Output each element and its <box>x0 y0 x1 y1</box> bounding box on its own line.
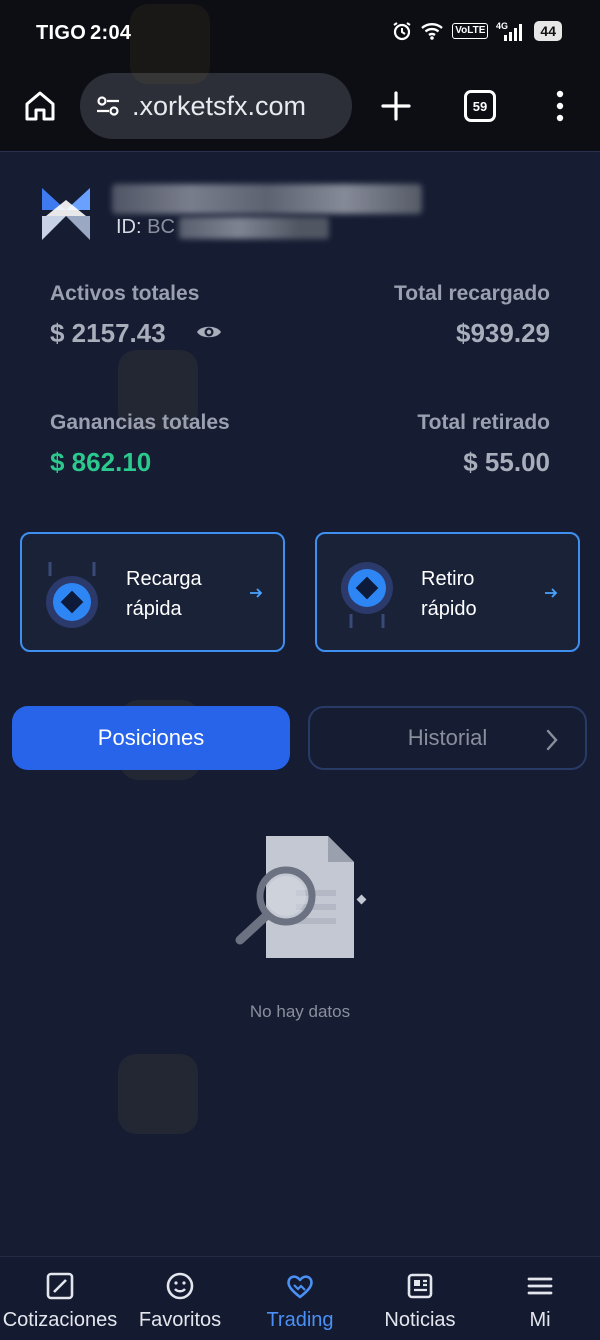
retirado-value: $ 55.00 <box>463 447 550 477</box>
handshake-icon <box>287 1275 313 1299</box>
recarga-label-line2: rápida <box>126 598 182 620</box>
browser-toolbar: ​.xorketsfx.com 59 <box>0 68 600 152</box>
tab-historial[interactable]: Historial <box>308 706 587 770</box>
eye-icon[interactable] <box>196 322 222 342</box>
alarm-icon <box>392 21 412 41</box>
nav-trading-label: Trading <box>266 1309 334 1331</box>
ganancias-value: $ 862.10 <box>50 447 152 477</box>
menu-icon <box>527 1277 553 1295</box>
arrow-right-icon <box>250 588 263 598</box>
wifi-icon <box>420 21 444 41</box>
status-icons: VoLTE 4G 44 <box>392 20 562 42</box>
tab-historial-label: Historial <box>407 725 488 750</box>
id-visible: BC <box>147 216 175 238</box>
tune-icon[interactable] <box>94 92 122 120</box>
retiro-label-line2: rápido <box>421 598 477 620</box>
svg-text:4G: 4G <box>496 21 508 31</box>
nav-mi-label: Mi <box>529 1309 551 1331</box>
account-name-redacted <box>112 184 422 214</box>
broker-logo <box>42 188 90 240</box>
nav-cotizaciones[interactable]: Cotizaciones <box>0 1257 120 1340</box>
home-icon <box>25 91 55 121</box>
home-button[interactable] <box>22 88 58 124</box>
account-id: ID: BC <box>116 216 329 239</box>
carrier: TIGO <box>36 22 87 44</box>
withdraw-coin-icon <box>341 562 393 628</box>
newspaper-icon <box>407 1273 433 1299</box>
arrow-right-icon <box>545 588 558 598</box>
retiro-label: Retiro rápido <box>421 564 477 624</box>
nav-noticias[interactable]: Noticias <box>360 1257 480 1340</box>
nav-cotizaciones-label: Cotizaciones <box>2 1309 118 1331</box>
account-id-redacted <box>178 216 329 239</box>
chevron-right-icon <box>546 729 558 751</box>
retirado-label: Total retirado <box>417 411 550 434</box>
nav-favoritos[interactable]: Favoritos <box>120 1257 240 1340</box>
new-tab-button[interactable] <box>378 88 414 124</box>
url-text: ​.xorketsfx.com <box>132 90 307 121</box>
activos-label: Activos totales <box>50 282 200 305</box>
recargado-value: $939.29 <box>456 318 550 348</box>
recarga-label: Recarga rápida <box>126 564 202 624</box>
more-vert-icon <box>556 90 564 122</box>
ganancias-label: Ganancias totales <box>50 411 230 434</box>
tab-switcher-button[interactable]: 59 <box>464 90 496 122</box>
search-doc-icon <box>235 836 367 958</box>
recarga-rapida-card[interactable]: Recarga rápida <box>20 532 285 652</box>
nav-mi[interactable]: Mi <box>480 1257 600 1340</box>
volte-badge: VoLTE <box>452 23 489 39</box>
tab-posiciones[interactable]: Posiciones <box>12 706 290 770</box>
deposit-coin-icon <box>46 562 98 628</box>
plus-icon <box>381 91 411 121</box>
id-label: ID: <box>116 216 142 238</box>
nav-favoritos-label: Favoritos <box>138 1309 222 1331</box>
watermark-logo <box>130 4 210 84</box>
retiro-label-line1: Retiro <box>421 568 475 590</box>
recargado-label: Total recargado <box>394 282 550 305</box>
signal-icon: 4G <box>496 20 526 42</box>
activos-value: $ 2157.43 <box>50 318 166 348</box>
bottom-navigation: Cotizaciones Favoritos Trading Noticias … <box>0 1256 600 1340</box>
chart-icon <box>46 1272 74 1300</box>
watermark-logo <box>118 1054 198 1134</box>
browser-menu-button[interactable] <box>548 86 572 126</box>
nav-trading[interactable]: Trading <box>240 1257 360 1340</box>
address-bar[interactable]: ​.xorketsfx.com <box>80 73 352 139</box>
empty-state-text: No hay datos <box>249 1002 351 1021</box>
retiro-rapido-card[interactable]: Retiro rápido <box>315 532 580 652</box>
nav-noticias-label: Noticias <box>384 1309 456 1331</box>
battery-indicator: 44 <box>534 21 562 41</box>
recarga-label-line1: Recarga <box>126 568 202 590</box>
status-carrier-time: TIGO 2:04 <box>36 22 135 45</box>
status-bar: TIGO 2:04 VoLTE 4G 44 <box>0 0 600 68</box>
clock: 2:04 <box>90 22 132 44</box>
smiley-icon <box>166 1272 194 1300</box>
